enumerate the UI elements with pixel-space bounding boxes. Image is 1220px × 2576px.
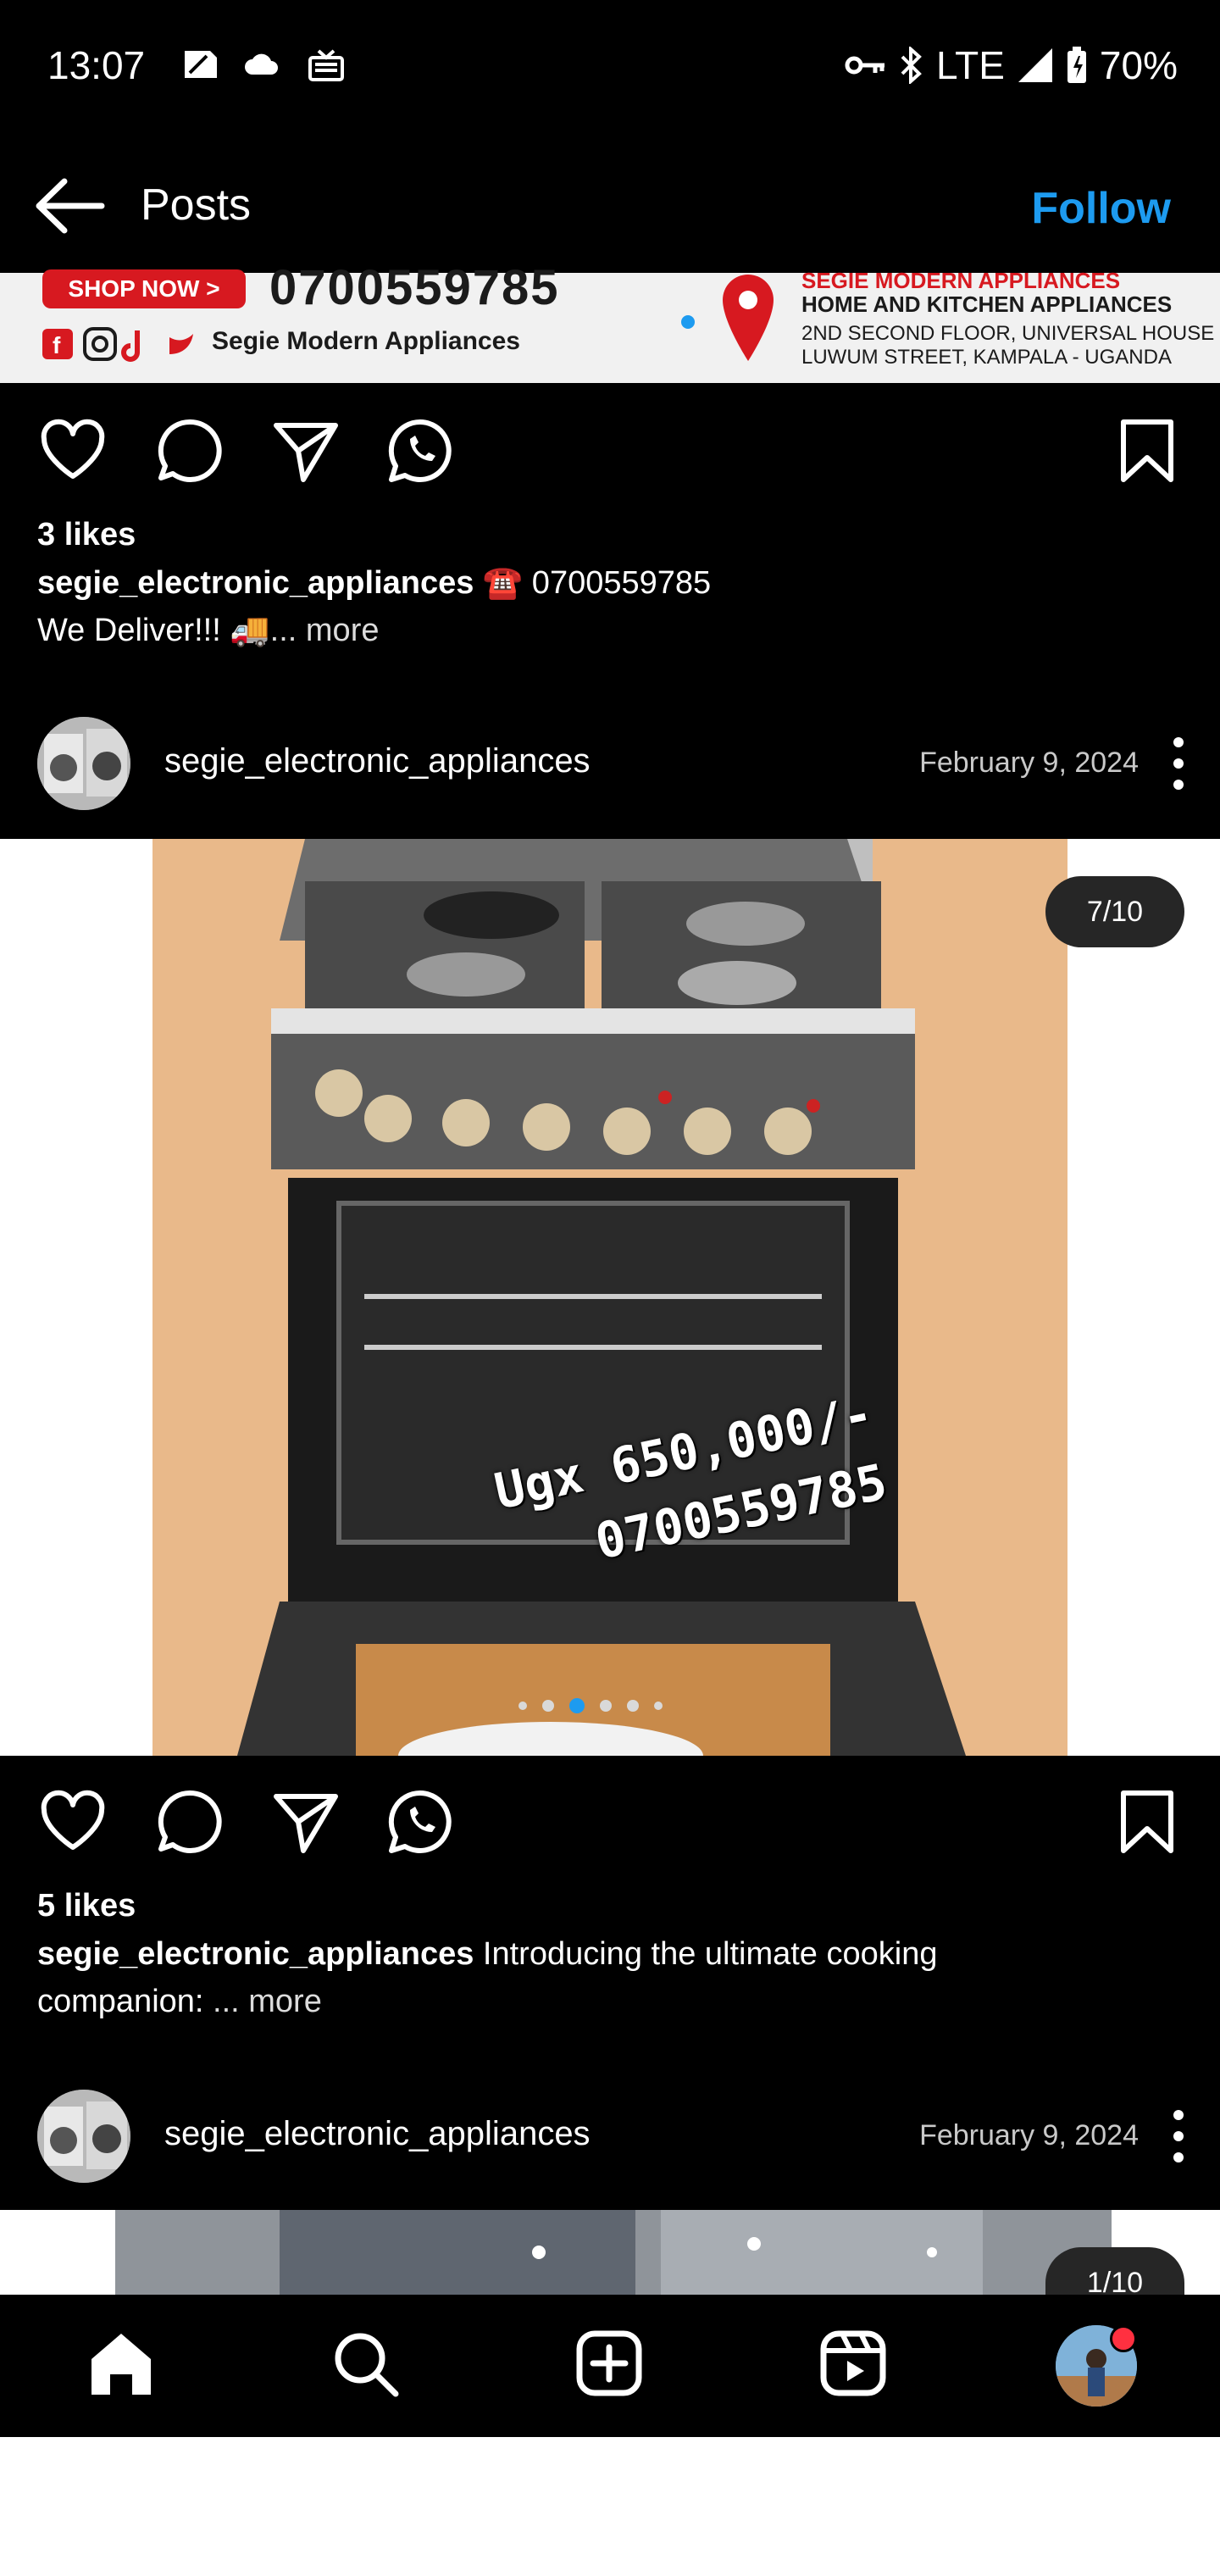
caption-text: Introducing the ultimate cooking <box>474 1936 938 1972</box>
caption-username[interactable]: segie_electronic_appliances <box>37 565 474 601</box>
svg-text:f: f <box>53 332 61 358</box>
vpn-key-icon <box>845 56 884 75</box>
likes-count[interactable]: 5 likes <box>37 1888 136 1924</box>
comment-icon[interactable] <box>154 1786 225 1857</box>
carousel-dot <box>518 1702 527 1710</box>
notification-dot <box>1110 2325 1137 2352</box>
banner-subtitle: HOME AND KITCHEN APPLIANCES <box>801 291 1173 317</box>
location-pin-icon <box>723 275 774 361</box>
page-title: Posts <box>141 180 252 230</box>
post-image[interactable]: Ugx 650,000/- 0700559785 <box>0 839 1220 1756</box>
post-caption: segie_electronic_appliances ☎️ 070055978… <box>37 559 1139 654</box>
carousel-dot <box>542 1700 554 1712</box>
banner-brand: Segie Modern Appliances <box>212 327 520 355</box>
carousel-dot-active <box>569 1698 585 1713</box>
banner-dot <box>681 315 695 329</box>
social-icons: f <box>42 327 193 362</box>
battery-icon <box>1067 47 1086 83</box>
post-username[interactable]: segie_electronic_appliances <box>164 2115 591 2153</box>
banner-address-line1: 2ND SECOND FLOOR, UNIVERSAL HOUSE <box>801 322 1215 345</box>
avatar[interactable] <box>37 2090 130 2183</box>
home-icon[interactable] <box>85 2327 158 2400</box>
share-send-icon[interactable] <box>269 415 341 486</box>
save-bookmark-icon[interactable] <box>1112 1786 1183 1857</box>
post-date: February 9, 2024 <box>919 2119 1139 2151</box>
system-area <box>0 2437 1220 2576</box>
caption-text: ☎️ 0700559785 <box>474 565 712 601</box>
whatsapp-icon[interactable] <box>385 1786 456 1857</box>
bluetooth-icon <box>901 47 922 84</box>
post-date: February 9, 2024 <box>919 747 1139 779</box>
next-post-photo <box>0 2210 1220 2295</box>
stove-photo <box>0 839 1220 1756</box>
status-right: LTE 70% <box>845 42 1178 88</box>
cast-icon <box>308 49 344 81</box>
signal-icon <box>1018 48 1052 82</box>
follow-button[interactable]: Follow <box>1031 183 1171 234</box>
reels-icon[interactable] <box>817 2327 890 2400</box>
sim-icon <box>185 51 217 78</box>
caption-username[interactable]: segie_electronic_appliances <box>37 1936 474 1972</box>
more-link[interactable]: ... more <box>203 1984 322 2019</box>
share-send-icon[interactable] <box>269 1786 341 1857</box>
carousel-dot <box>654 1702 663 1710</box>
network-type: LTE <box>935 43 1005 87</box>
post-username[interactable]: segie_electronic_appliances <box>164 742 591 780</box>
search-icon[interactable] <box>329 2327 402 2400</box>
status-bar: 13:07 LTE 70% <box>0 0 1220 136</box>
back-arrow-icon[interactable] <box>34 176 105 236</box>
shop-now-badge: SHOP NOW > <box>42 269 246 308</box>
avatar[interactable] <box>37 717 130 810</box>
more-options-icon[interactable] <box>1166 2107 1191 2166</box>
status-time: 13:07 <box>47 43 146 87</box>
like-heart-icon[interactable] <box>37 1786 108 1857</box>
carousel-dot <box>627 1700 639 1712</box>
carousel-counter: 7/10 <box>1045 876 1184 947</box>
carousel-dots[interactable] <box>518 1698 663 1713</box>
create-icon[interactable] <box>573 2327 646 2400</box>
avatar-washer-image <box>37 717 130 810</box>
banner-company: SEGIE MODERN APPLIANCES <box>801 268 1121 293</box>
post-caption: segie_electronic_appliances Introducing … <box>37 1930 1139 2025</box>
caption-line2: We Deliver!!! 🚚 <box>37 613 270 648</box>
battery-level: 70% <box>1099 43 1178 87</box>
whatsapp-icon[interactable] <box>385 415 456 486</box>
more-options-icon[interactable] <box>1166 734 1191 793</box>
post-image[interactable] <box>0 2210 1220 2295</box>
more-link[interactable]: ... more <box>270 613 380 648</box>
caption-line2: companion: <box>37 1984 204 2019</box>
carousel-dot <box>600 1700 612 1712</box>
banner-phone: 0700559785 <box>269 260 560 315</box>
save-bookmark-icon[interactable] <box>1112 415 1183 486</box>
carousel-counter: 1/10 <box>1045 2247 1184 2295</box>
like-heart-icon[interactable] <box>37 415 108 486</box>
cloud-icon <box>245 53 278 75</box>
likes-count[interactable]: 3 likes <box>37 517 136 553</box>
avatar-washer-image <box>37 2090 130 2183</box>
comment-icon[interactable] <box>154 415 225 486</box>
banner-address-line2: LUWUM STREET, KAMPALA - UGANDA <box>801 346 1172 369</box>
